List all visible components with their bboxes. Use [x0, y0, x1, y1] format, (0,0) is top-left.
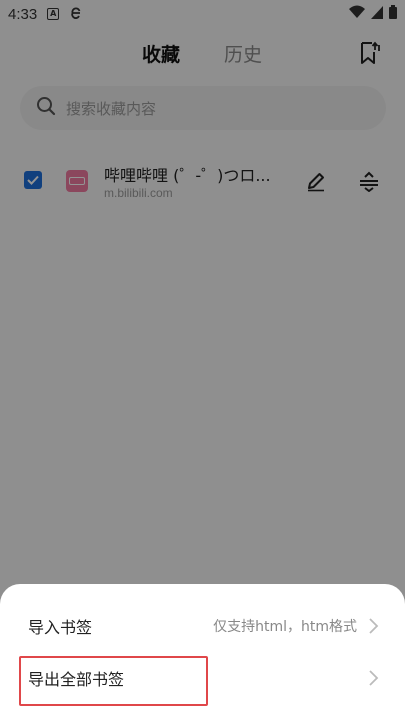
highlight-box: [19, 656, 208, 706]
import-bookmarks-item[interactable]: 导入书签 仅支持html，htm格式: [0, 600, 405, 652]
chevron-right-icon: [367, 669, 379, 687]
import-format-hint: 仅支持html，htm格式: [213, 619, 357, 635]
chevron-right-icon: [367, 617, 379, 635]
import-bookmarks-label: 导入书签: [28, 618, 93, 637]
